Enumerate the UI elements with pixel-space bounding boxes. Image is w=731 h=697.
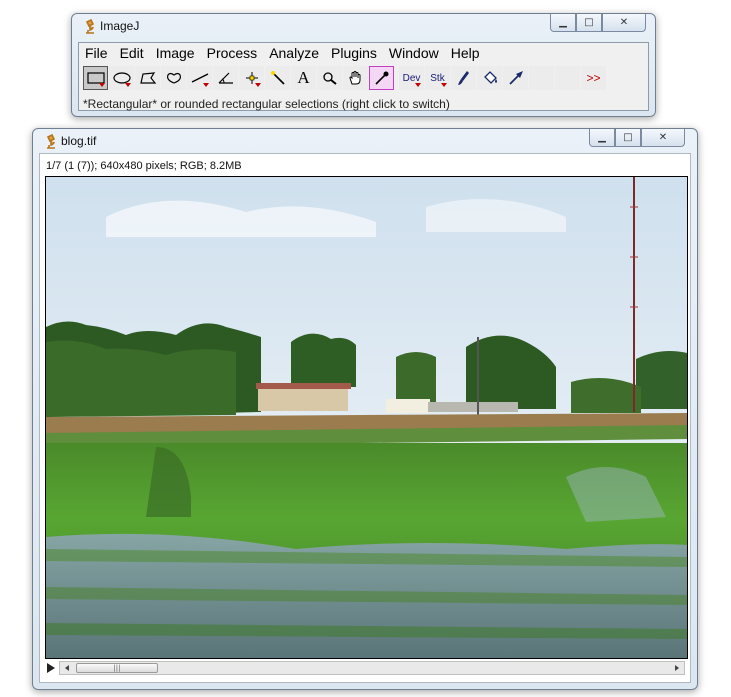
image-title: blog.tif (61, 134, 97, 148)
wand-tool[interactable] (265, 66, 290, 90)
window-title: ImageJ (100, 19, 140, 33)
freehand-icon (166, 72, 181, 84)
horizontal-scrollbar[interactable]: ||| (59, 661, 685, 675)
menu-process[interactable]: Process (201, 43, 264, 63)
dropdown-indicator (99, 83, 105, 87)
brush-tool[interactable] (451, 66, 476, 90)
minimize-button[interactable]: ▁ (550, 14, 576, 32)
maximize-icon: □ (623, 132, 633, 143)
stk-tool[interactable]: Stk (425, 66, 450, 90)
imagej-client-area: File Edit Image Process Analyze Plugins … (78, 42, 649, 111)
dev-label: Dev (402, 72, 421, 84)
empty-slot-1 (529, 66, 554, 90)
maximize-icon: □ (584, 17, 594, 28)
close-button[interactable]: ✕ (602, 14, 646, 32)
more-tools-button[interactable]: >> (581, 66, 606, 90)
toolbar: A Dev Stk >> (83, 66, 607, 92)
text-tool-label: A (297, 68, 310, 87)
stk-label: Stk (430, 72, 445, 84)
close-icon: ✕ (619, 17, 629, 28)
menu-plugins[interactable]: Plugins (325, 43, 383, 63)
imagej-main-window: ImageJ ▁ □ ✕ File Edit Image Process Ana… (71, 13, 656, 117)
polygon-icon (139, 72, 156, 84)
oval-tool[interactable] (109, 66, 134, 90)
more-tools-label: >> (586, 71, 601, 85)
microscope-icon (85, 19, 95, 34)
dropdown-indicator (203, 83, 209, 87)
arrow-tool[interactable] (503, 66, 528, 90)
dev-tool[interactable]: Dev (399, 66, 424, 90)
scroll-thumb[interactable]: ||| (76, 663, 158, 673)
rectangle-tool[interactable] (83, 66, 108, 90)
magnifier-icon (322, 72, 337, 85)
scroll-left-icon[interactable] (61, 662, 73, 674)
empty-slot-2 (555, 66, 580, 90)
hand-icon (348, 71, 360, 85)
play-icon[interactable] (45, 661, 57, 675)
angle-icon (218, 72, 233, 84)
magnifier-tool[interactable] (317, 66, 342, 90)
menu-analyze[interactable]: Analyze (263, 43, 325, 63)
maximize-button[interactable]: □ (615, 129, 641, 147)
text-tool[interactable]: A (291, 66, 316, 90)
scroll-grip-icon: ||| (113, 664, 121, 672)
dropdown-indicator (255, 83, 261, 87)
menu-file[interactable]: File (79, 43, 114, 63)
wand-icon (270, 71, 285, 85)
image-window: blog.tif ▁ □ ✕ 1/7 (1 (7)); 640x480 pixe… (32, 128, 698, 690)
bucket-icon (483, 71, 497, 84)
arrow-icon (508, 71, 523, 85)
menu-help[interactable]: Help (445, 43, 486, 63)
freehand-tool[interactable] (161, 66, 186, 90)
menu-window[interactable]: Window (383, 43, 445, 63)
image-scroll-row: ||| (45, 660, 686, 676)
color-picker-tool[interactable] (369, 66, 394, 90)
status-bar: *Rectangular* or rounded rectangular sel… (83, 97, 450, 111)
scroll-right-icon[interactable] (671, 662, 683, 674)
photo-rice-field (46, 177, 687, 658)
hand-tool[interactable] (343, 66, 368, 90)
line-tool[interactable] (187, 66, 212, 90)
close-icon: ✕ (658, 132, 668, 143)
image-titlebar[interactable]: blog.tif ▁ □ ✕ (33, 129, 697, 155)
dropdown-indicator (125, 83, 131, 87)
menu-bar: File Edit Image Process Analyze Plugins … (79, 43, 648, 63)
brush-icon (457, 71, 469, 85)
dropdown-indicator (441, 83, 447, 87)
image-canvas[interactable] (45, 176, 688, 659)
close-button[interactable]: ✕ (641, 129, 685, 147)
polygon-tool[interactable] (135, 66, 160, 90)
imagej-titlebar[interactable]: ImageJ ▁ □ ✕ (72, 14, 655, 40)
menu-edit[interactable]: Edit (114, 43, 150, 63)
microscope-icon (46, 134, 56, 149)
angle-tool[interactable] (213, 66, 238, 90)
menu-image[interactable]: Image (150, 43, 201, 63)
image-info: 1/7 (1 (7)); 640x480 pixels; RGB; 8.2MB (46, 160, 242, 172)
minimize-icon: ▁ (598, 132, 606, 143)
eyedropper-icon (374, 71, 388, 85)
maximize-button[interactable]: □ (576, 14, 602, 32)
minimize-icon: ▁ (559, 17, 567, 28)
minimize-button[interactable]: ▁ (589, 129, 615, 147)
dropdown-indicator (415, 83, 421, 87)
point-tool[interactable] (239, 66, 264, 90)
image-client-area: 1/7 (1 (7)); 640x480 pixels; RGB; 8.2MB (39, 153, 691, 683)
flood-fill-tool[interactable] (477, 66, 502, 90)
